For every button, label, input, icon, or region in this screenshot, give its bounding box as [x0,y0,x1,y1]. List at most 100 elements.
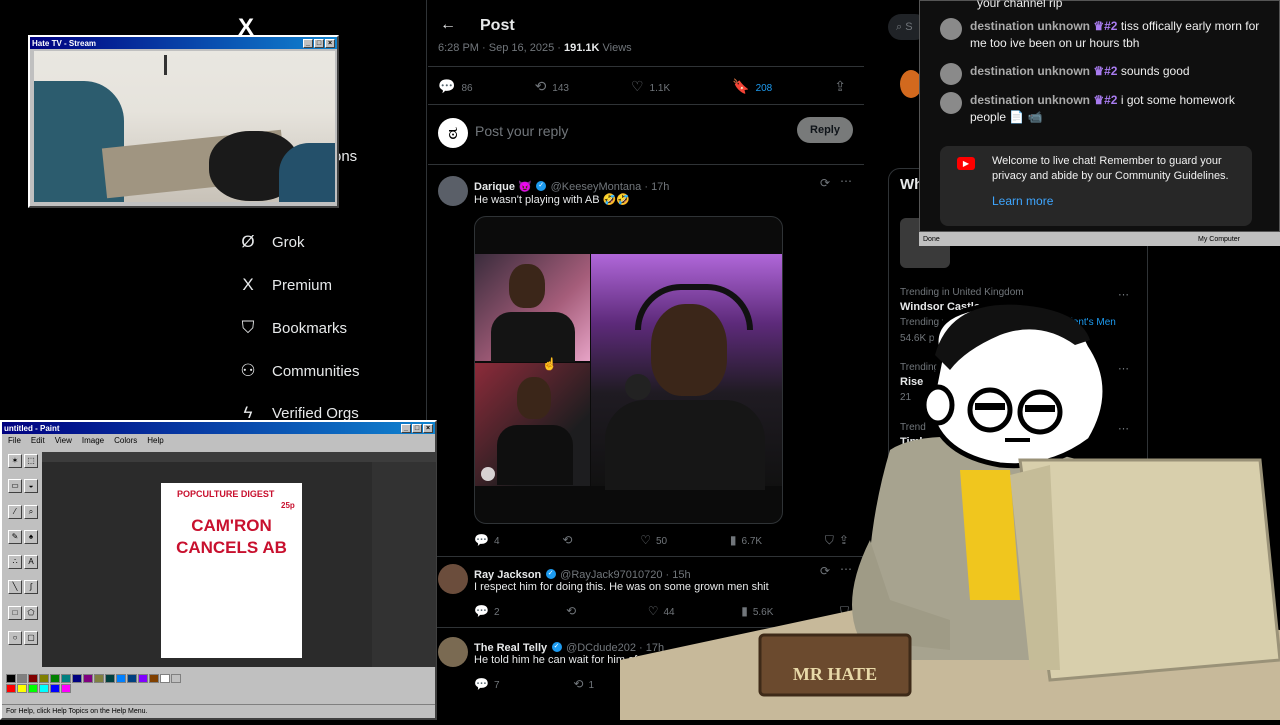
more-icon[interactable]: ⋯ [840,174,852,188]
nav-item-premium[interactable]: X Premium [238,270,332,300]
color-swatch[interactable] [105,674,115,683]
reply-action[interactable]: 💬 4 [474,533,500,548]
stream-video[interactable] [34,51,335,202]
paint-window[interactable]: untitled - Paint _ □ × File Edit View Imag… [0,420,437,720]
nav-item-grok[interactable]: Ø Grok [238,227,304,257]
share-action[interactable]: ⇪ [834,78,852,96]
color-swatch[interactable] [116,674,126,683]
eraser-icon[interactable]: ▭ [8,479,22,494]
reply-action[interactable]: 💬 7 [474,677,500,691]
nav-item-communities[interactable]: ⚇ Communities [238,356,359,386]
chat-author[interactable]: destination unknown [970,93,1090,107]
avatar[interactable] [438,637,468,667]
ellipse-icon[interactable]: ○ [8,630,22,645]
reply-button[interactable]: Reply [797,117,853,143]
reply-action[interactable]: 💬 86 [438,78,473,96]
avatar[interactable] [940,92,962,114]
free-select-icon[interactable]: ✶ [8,454,22,468]
maximize-icon[interactable]: □ [314,38,324,48]
reply-count: 7 [493,680,500,691]
learn-more-link[interactable]: Learn more [992,194,1053,208]
cursor-icon: ☝ [542,357,557,371]
tv-window[interactable]: Hate TV - Stream _ □ × [28,35,339,208]
back-arrow-icon[interactable]: ← [440,16,456,34]
rect-select-icon[interactable]: ⬚ [24,454,38,468]
color-swatch[interactable] [50,674,60,683]
nav-label: Bookmarks [272,319,348,337]
color-swatch[interactable] [39,674,49,683]
color-swatch[interactable] [6,684,16,693]
color-swatch[interactable] [171,674,181,683]
repost-action[interactable]: ⟲ [562,533,577,548]
color-swatch[interactable] [72,674,82,683]
avatar[interactable] [940,63,962,85]
color-swatch[interactable] [6,674,16,683]
close-icon[interactable]: × [423,423,433,433]
repost-action[interactable]: ⟲ 1 [573,677,594,691]
menu-colors[interactable]: Colors [114,436,137,445]
nav-item-bookmarks[interactable]: ⛉ Bookmarks [238,313,347,343]
magazine-cover: POPCULTURE DIGEST 25p CAM'RON CANCELS AB [161,483,302,658]
tweet-author[interactable]: Darique 😈 [474,181,532,193]
close-icon[interactable]: × [325,38,335,48]
color-palette [6,674,186,693]
repost-action[interactable]: ⟲ 143 [535,78,569,96]
color-swatch[interactable] [17,684,27,693]
paint-canvas[interactable]: POPCULTURE DIGEST 25p CAM'RON CANCELS AB [42,452,436,667]
line-icon[interactable]: ╲ [8,580,22,595]
magnifier-icon[interactable]: ⌕ [24,504,38,519]
reply-action[interactable]: 💬 2 [474,604,500,619]
color-swatch[interactable] [83,674,93,683]
color-swatch[interactable] [39,684,49,693]
like-count: 1.1K [649,83,671,94]
title-bar[interactable]: untitled - Paint _ □ × [2,422,435,434]
brush-icon[interactable]: ♠ [24,529,38,544]
menu-file[interactable]: File [8,436,21,445]
tweet-text: He wasn't playing with AB 🤣🤣 [474,194,631,206]
color-swatch[interactable] [61,674,71,683]
text-icon[interactable]: A [24,555,38,569]
toolbox: ✶ ⬚ ▭ ◒ ⁄ ⌕ ✎ ♠ ∴ A ╲ ∫ □ ⬠ ○ ▢ [6,452,44,656]
avatar[interactable] [940,18,962,40]
color-swatch[interactable] [160,674,170,683]
tweet-author[interactable]: The Real Telly [474,642,547,654]
menu-image[interactable]: Image [82,436,104,445]
curve-icon[interactable]: ∫ [24,580,38,595]
avatar[interactable] [438,176,468,206]
chat-badge: #2 [1104,64,1118,78]
color-swatch[interactable] [94,674,104,683]
color-swatch[interactable] [50,684,60,693]
title-bar[interactable]: Hate TV - Stream _ □ × [30,37,337,49]
avatar[interactable] [438,564,468,594]
rectangle-icon[interactable]: □ [8,605,22,620]
menu-help[interactable]: Help [147,436,163,445]
color-swatch[interactable] [127,674,137,683]
rounded-rect-icon[interactable]: ▢ [24,630,38,645]
maximize-icon[interactable]: □ [412,423,422,433]
menu-edit[interactable]: Edit [31,436,45,445]
color-swatch[interactable] [28,674,38,683]
chat-author[interactable]: destination unknown [970,19,1090,33]
like-action[interactable]: ♡ 1.1K [631,78,670,96]
grok-icon[interactable]: ⟳ [820,176,830,190]
color-swatch[interactable] [17,674,27,683]
bookmark-action[interactable]: 🔖 208 [732,78,772,96]
trend-context: Trending in United Kingdom [900,287,1024,298]
airbrush-icon[interactable]: ∴ [8,555,22,569]
minimize-icon[interactable]: _ [401,423,411,433]
color-swatch[interactable] [149,674,159,683]
color-swatch[interactable] [28,684,38,693]
repost-action[interactable]: ⟲ [566,604,581,619]
fill-icon[interactable]: ◒ [24,479,38,494]
color-swatch[interactable] [138,674,148,683]
tweet-author[interactable]: Ray Jackson [474,569,541,581]
chat-author[interactable]: destination unknown [970,64,1090,78]
pencil-icon[interactable]: ✎ [8,529,22,544]
premium-icon: X [242,275,254,294]
polygon-icon[interactable]: ⬠ [24,605,38,620]
picker-icon[interactable]: ⁄ [8,504,22,519]
menu-view[interactable]: View [55,436,72,445]
reply-input[interactable]: Post your reply [475,123,568,139]
minimize-icon[interactable]: _ [303,38,313,48]
color-swatch[interactable] [61,684,71,693]
